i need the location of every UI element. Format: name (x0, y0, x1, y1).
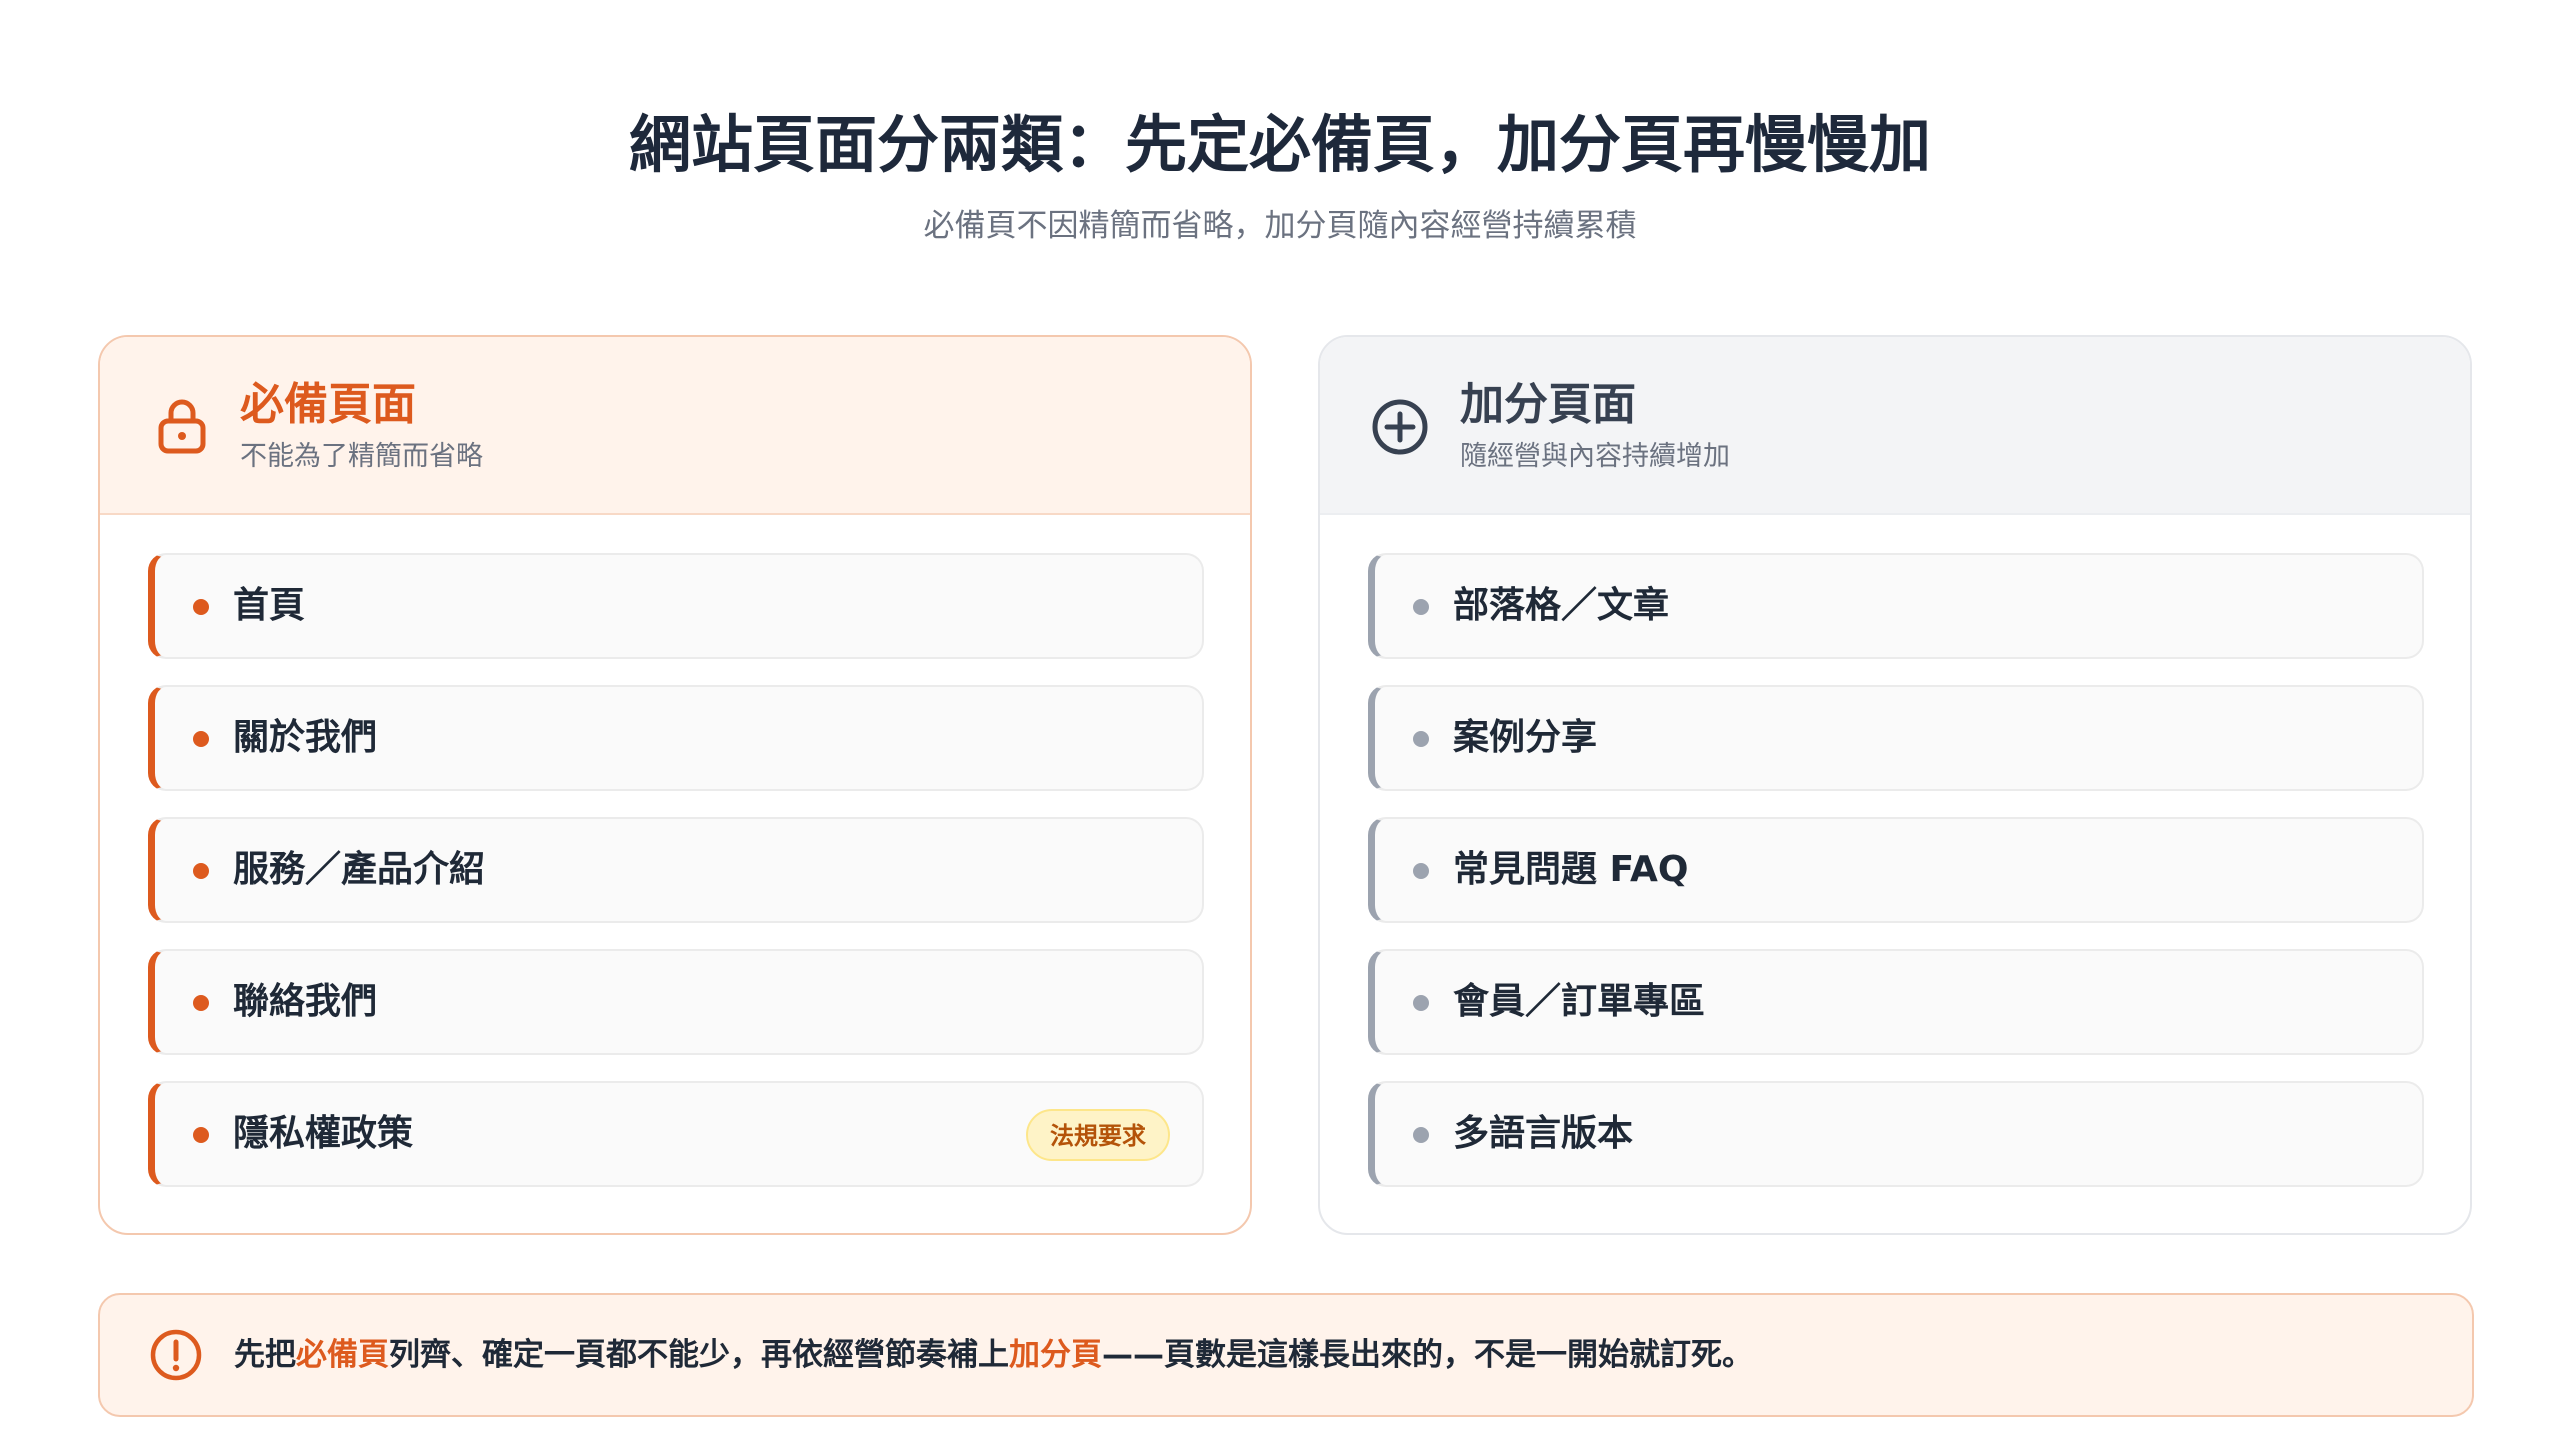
list-item: 關於我們 (148, 685, 1204, 791)
bonus-pages-panel: 加分頁面 隨經營與內容持續增加 部落格／文章 案例分享 常見問題 FAQ 會員／… (1318, 335, 2472, 1235)
required-pages-list: 首頁 關於我們 服務／產品介紹 聯絡我們 隱私權政策 法規要求 (148, 553, 1204, 1213)
bonus-pages-title: 加分頁面 (1460, 379, 1636, 430)
list-item: 案例分享 (1368, 685, 2424, 791)
required-pages-title: 必備頁面 (240, 379, 416, 430)
bonus-pages-header: 加分頁面 隨經營與內容持續增加 (1320, 337, 2470, 515)
bullet-dot-icon (193, 599, 209, 615)
list-item-label: 關於我們 (233, 717, 378, 758)
bullet-dot-icon (1413, 995, 1429, 1011)
list-item-label: 部落格／文章 (1453, 585, 1670, 626)
alert-circle-icon (150, 1329, 202, 1381)
page-subtitle: 必備頁不因精簡而省略，加分頁隨內容經營持續累積 (923, 208, 1637, 244)
tip-highlight-required: 必備頁 (296, 1337, 389, 1373)
page-title: 網站頁面分兩類：先定必備頁，加分頁再慢慢加 (628, 108, 1931, 181)
list-item: 會員／訂單專區 (1368, 949, 2424, 1055)
legal-requirement-badge: 法規要求 (1026, 1109, 1170, 1161)
list-item: 聯絡我們 (148, 949, 1204, 1055)
bullet-dot-icon (193, 1127, 209, 1143)
list-item-label: 首頁 (233, 585, 306, 626)
list-item-label: 多語言版本 (1453, 1113, 1634, 1154)
bullet-dot-icon (193, 731, 209, 747)
bonus-pages-subtitle: 隨經營與內容持續增加 (1460, 441, 1730, 472)
list-item: 隱私權政策 法規要求 (148, 1081, 1204, 1187)
tip-text-part: ——頁數是這樣長出來的，不是一開始就訂死。 (1102, 1337, 1753, 1373)
bullet-dot-icon (193, 995, 209, 1011)
required-pages-panel: 必備頁面 不能為了精簡而省略 首頁 關於我們 服務／產品介紹 聯絡我們 隱私權政… (98, 335, 1252, 1235)
list-item: 部落格／文章 (1368, 553, 2424, 659)
bullet-dot-icon (193, 863, 209, 879)
tip-callout: 先把必備頁列齊、確定一頁都不能少，再依經營節奏補上加分頁——頁數是這樣長出來的，… (98, 1293, 2474, 1417)
list-item-label: 會員／訂單專區 (1453, 981, 1706, 1022)
list-item-label: 常見問題 FAQ (1453, 849, 1689, 890)
bullet-dot-icon (1413, 863, 1429, 879)
tip-text-part: 列齊、確定一頁都不能少，再依經營節奏補上 (389, 1337, 1009, 1373)
list-item: 常見問題 FAQ (1368, 817, 2424, 923)
bullet-dot-icon (1413, 731, 1429, 747)
list-item: 服務／產品介紹 (148, 817, 1204, 923)
list-item-label: 隱私權政策 (233, 1113, 414, 1154)
bullet-dot-icon (1413, 599, 1429, 615)
lock-icon (158, 399, 206, 454)
list-item-label: 聯絡我們 (233, 981, 378, 1022)
bullet-dot-icon (1413, 1127, 1429, 1143)
tip-text-part: 先把 (234, 1337, 296, 1373)
bonus-pages-list: 部落格／文章 案例分享 常見問題 FAQ 會員／訂單專區 多語言版本 (1368, 553, 2424, 1213)
required-pages-header: 必備頁面 不能為了精簡而省略 (100, 337, 1250, 515)
plus-circle-icon (1372, 399, 1428, 455)
required-pages-subtitle: 不能為了精簡而省略 (240, 441, 483, 472)
list-item: 首頁 (148, 553, 1204, 659)
list-item: 多語言版本 (1368, 1081, 2424, 1187)
tip-text: 先把必備頁列齊、確定一頁都不能少，再依經營節奏補上加分頁——頁數是這樣長出來的，… (234, 1331, 1753, 1379)
list-item-label: 服務／產品介紹 (233, 849, 486, 890)
tip-highlight-bonus: 加分頁 (1009, 1337, 1102, 1373)
list-item-label: 案例分享 (1453, 717, 1598, 758)
